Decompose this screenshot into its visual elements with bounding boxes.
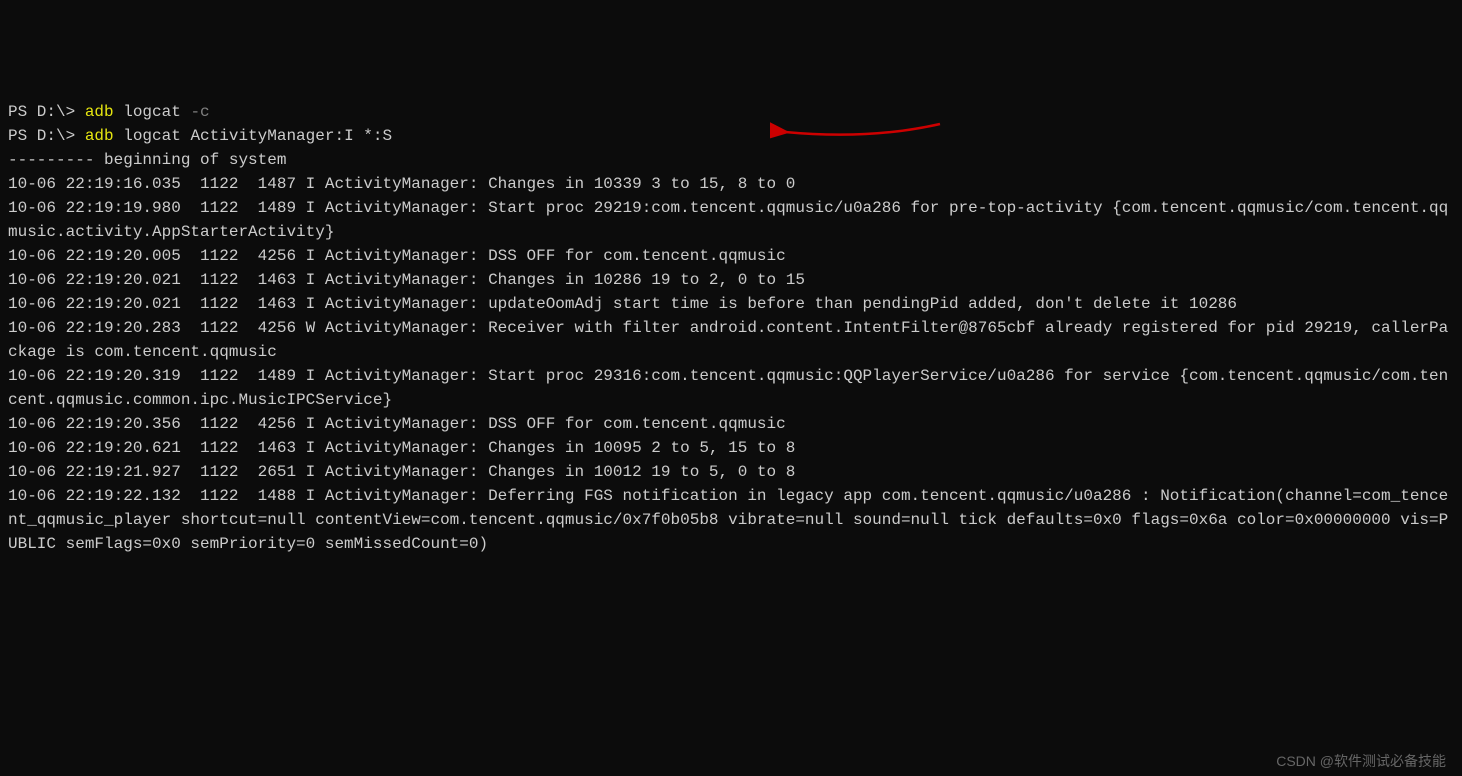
log-line: 10-06 22:19:20.021 1122 1463 I ActivityM… — [8, 271, 805, 289]
log-line: 10-06 22:19:20.356 1122 4256 I ActivityM… — [8, 415, 786, 433]
watermark-text: CSDN @软件测试必备技能 — [1276, 751, 1446, 772]
command-args: logcat — [114, 103, 191, 121]
log-line: 10-06 22:19:20.021 1122 1463 I ActivityM… — [8, 295, 1237, 313]
log-line: 10-06 22:19:19.980 1122 1489 I ActivityM… — [8, 199, 1448, 241]
ps-prompt: PS D:\> — [8, 103, 85, 121]
log-line: 10-06 22:19:16.035 1122 1487 I ActivityM… — [8, 175, 795, 193]
command-args: logcat ActivityManager:I *:S — [114, 127, 392, 145]
log-line: 10-06 22:19:20.621 1122 1463 I ActivityM… — [8, 439, 795, 457]
log-line: --------- beginning of system — [8, 151, 286, 169]
terminal-output[interactable]: PS D:\> adb logcat -c PS D:\> adb logcat… — [8, 100, 1454, 556]
log-line: 10-06 22:19:22.132 1122 1488 I ActivityM… — [8, 487, 1448, 553]
log-line: 10-06 22:19:20.319 1122 1489 I ActivityM… — [8, 367, 1448, 409]
command-flag: -c — [190, 103, 209, 121]
prompt-line-2: PS D:\> adb logcat ActivityManager:I *:S — [8, 127, 392, 145]
log-line: 10-06 22:19:21.927 1122 2651 I ActivityM… — [8, 463, 795, 481]
ps-prompt: PS D:\> — [8, 127, 85, 145]
command-adb: adb — [85, 103, 114, 121]
prompt-line-1: PS D:\> adb logcat -c — [8, 103, 210, 121]
command-adb: adb — [85, 127, 114, 145]
log-line: 10-06 22:19:20.005 1122 4256 I ActivityM… — [8, 247, 786, 265]
log-line: 10-06 22:19:20.283 1122 4256 W ActivityM… — [8, 319, 1448, 361]
